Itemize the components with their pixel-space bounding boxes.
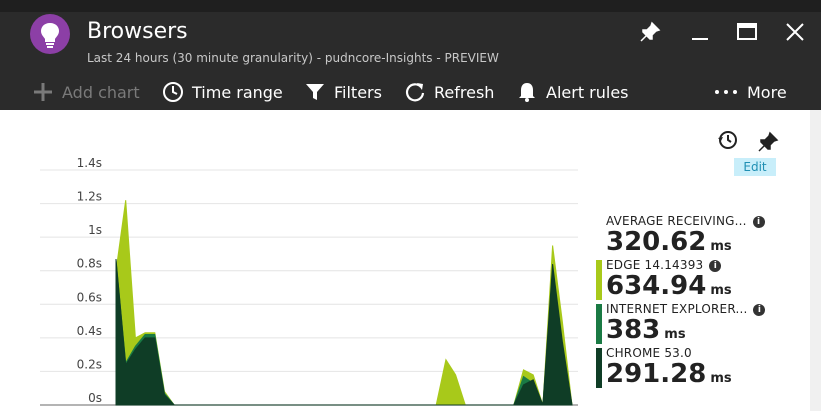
chart-legend: AVERAGE RECEIVING... i 320.62 ms EDGE 14.1… (596, 214, 796, 390)
info-icon[interactable]: i (752, 216, 765, 228)
alert-rules-button[interactable]: Alert rules (516, 74, 629, 110)
minimize-icon[interactable] (688, 20, 714, 46)
page-subtitle: Last 24 hours (30 minute granularity) - … (87, 51, 499, 65)
legend-item-ie[interactable]: INTERNET EXPLORER... i 383 ms (596, 302, 796, 344)
plus-icon (34, 83, 52, 101)
legend-color-chrome (596, 348, 602, 388)
info-icon[interactable]: i (709, 260, 722, 272)
legend-color-ie (596, 304, 602, 344)
top-strip (0, 0, 821, 12)
vertical-scrollbar[interactable] (810, 110, 821, 411)
add-chart-button[interactable]: Add chart (32, 74, 140, 110)
y-tick-label: 0.8s (77, 257, 102, 271)
series-area (115, 260, 573, 406)
maximize-icon[interactable] (735, 20, 761, 46)
refresh-label: Refresh (434, 82, 495, 102)
legend-name-average: AVERAGE RECEIVING... (606, 214, 747, 228)
y-tick-label: 0s (88, 391, 102, 405)
legend-name-ie: INTERNET EXPLORER... (606, 302, 748, 316)
legend-value-ie: 383 (606, 315, 661, 345)
filters-label: Filters (334, 82, 382, 102)
alert-rules-label: Alert rules (546, 82, 629, 102)
y-tick-label: 1.4s (77, 156, 102, 170)
legend-name-chrome: CHROME 53.0 (606, 346, 692, 360)
ellipsis-icon (715, 90, 737, 94)
series-area (115, 258, 573, 406)
close-icon[interactable] (783, 20, 809, 46)
page-title: Browsers (87, 19, 188, 44)
legend-value-chrome: 291.28 (606, 359, 707, 389)
add-chart-label: Add chart (62, 82, 140, 102)
legend-item-chrome[interactable]: CHROME 53.0 291.28 ms (596, 346, 796, 388)
chart-areas (115, 200, 573, 406)
y-axis-ticks: 0s 0.2s 0.4s 0.6s 0.8s 1s 1.2s 1.4s (77, 156, 102, 405)
y-tick-label: 1s (88, 223, 102, 237)
legend-unit: ms (710, 371, 732, 386)
legend-color-edge (596, 260, 602, 300)
blade-header: Browsers Last 24 hours (30 minute granul… (0, 0, 821, 74)
legend-unit: ms (664, 327, 686, 342)
y-tick-label: 1.2s (77, 190, 102, 204)
more-button[interactable]: More (713, 74, 787, 110)
legend-unit: ms (710, 283, 732, 298)
refresh-icon (405, 83, 425, 102)
legend-value-edge: 634.94 (606, 271, 707, 301)
filters-button[interactable]: Filters (304, 74, 382, 110)
more-label: More (747, 82, 787, 102)
command-bar: Add chart Time range Filters Refresh Ale… (0, 74, 821, 110)
time-range-button[interactable]: Time range (162, 74, 283, 110)
y-tick-label: 0.2s (77, 357, 102, 371)
lightbulb-icon (30, 14, 70, 54)
legend-item-average[interactable]: AVERAGE RECEIVING... i 320.62 ms (596, 214, 796, 256)
legend-value-average: 320.62 (606, 227, 707, 257)
y-tick-label: 0.4s (77, 324, 102, 338)
y-tick-label: 0.6s (77, 290, 102, 304)
time-range-label: Time range (192, 82, 283, 102)
legend-name-edge: EDGE 14.14393 (606, 258, 704, 272)
history-icon[interactable] (716, 128, 740, 152)
edit-button[interactable]: Edit (734, 158, 776, 176)
legend-unit: ms (710, 239, 732, 254)
bell-icon (519, 83, 535, 102)
series-area (115, 200, 573, 406)
legend-item-edge[interactable]: EDGE 14.14393 i 634.94 ms (596, 258, 796, 300)
info-icon[interactable]: i (753, 304, 766, 316)
pin-chart-icon[interactable] (756, 130, 780, 154)
refresh-button[interactable]: Refresh (404, 74, 494, 110)
area-chart: 0s 0.2s 0.4s 0.6s 0.8s 1s 1.2s 1.4s (40, 156, 578, 406)
pin-icon[interactable] (638, 20, 664, 46)
clock-icon (163, 82, 183, 102)
filter-icon (306, 84, 324, 100)
